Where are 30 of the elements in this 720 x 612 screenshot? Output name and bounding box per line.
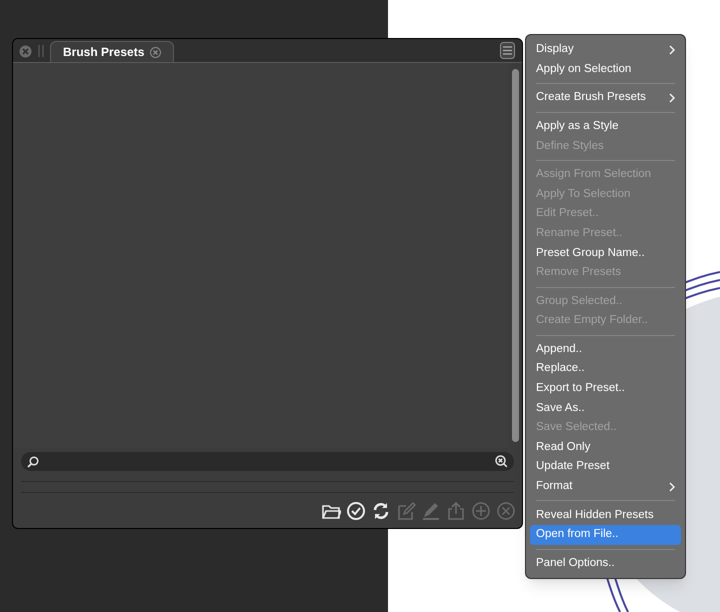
menu-item[interactable]: Open from File..: [530, 525, 681, 545]
panel-tab[interactable]: Brush Presets: [50, 41, 174, 62]
scrollbar-thumb[interactable]: [512, 69, 518, 442]
menu-item[interactable]: Append..: [530, 340, 681, 360]
close-icon[interactable]: [19, 45, 32, 58]
checkmark-icon[interactable]: [346, 501, 366, 521]
menu-item[interactable]: Export to Preset..: [530, 378, 681, 398]
menu-item[interactable]: Panel Options..: [530, 554, 681, 574]
chevron-right-icon: [669, 482, 675, 492]
chevron-right-icon: [669, 44, 675, 55]
menu-item[interactable]: Replace..: [530, 359, 681, 379]
chevron-right-icon: [669, 92, 675, 103]
menu-item[interactable]: Apply as a Style: [530, 116, 681, 136]
menu-item[interactable]: Preset Group Name..: [530, 243, 681, 263]
menu-item[interactable]: Save As..: [530, 398, 681, 418]
refresh-icon[interactable]: [371, 501, 391, 521]
menu-item[interactable]: Apply on Selection: [530, 60, 681, 80]
menu-item[interactable]: Format: [530, 476, 681, 496]
tab-label: Brush Presets: [63, 44, 144, 61]
menu-item[interactable]: Reveal Hidden Presets: [530, 505, 681, 526]
menu-item[interactable]: Read Only: [530, 438, 681, 458]
close-icon[interactable]: [150, 46, 162, 58]
search-field[interactable]: [21, 452, 514, 471]
zoom-clear-icon[interactable]: [495, 455, 508, 468]
search-icon: [27, 456, 39, 468]
menu-item[interactable]: Create Brush Presets: [530, 88, 681, 108]
menu-icon[interactable]: [500, 42, 515, 59]
menu-item[interactable]: Update Preset: [530, 457, 681, 477]
menu-item[interactable]: Display: [530, 40, 681, 60]
grip-icon: [38, 45, 44, 57]
